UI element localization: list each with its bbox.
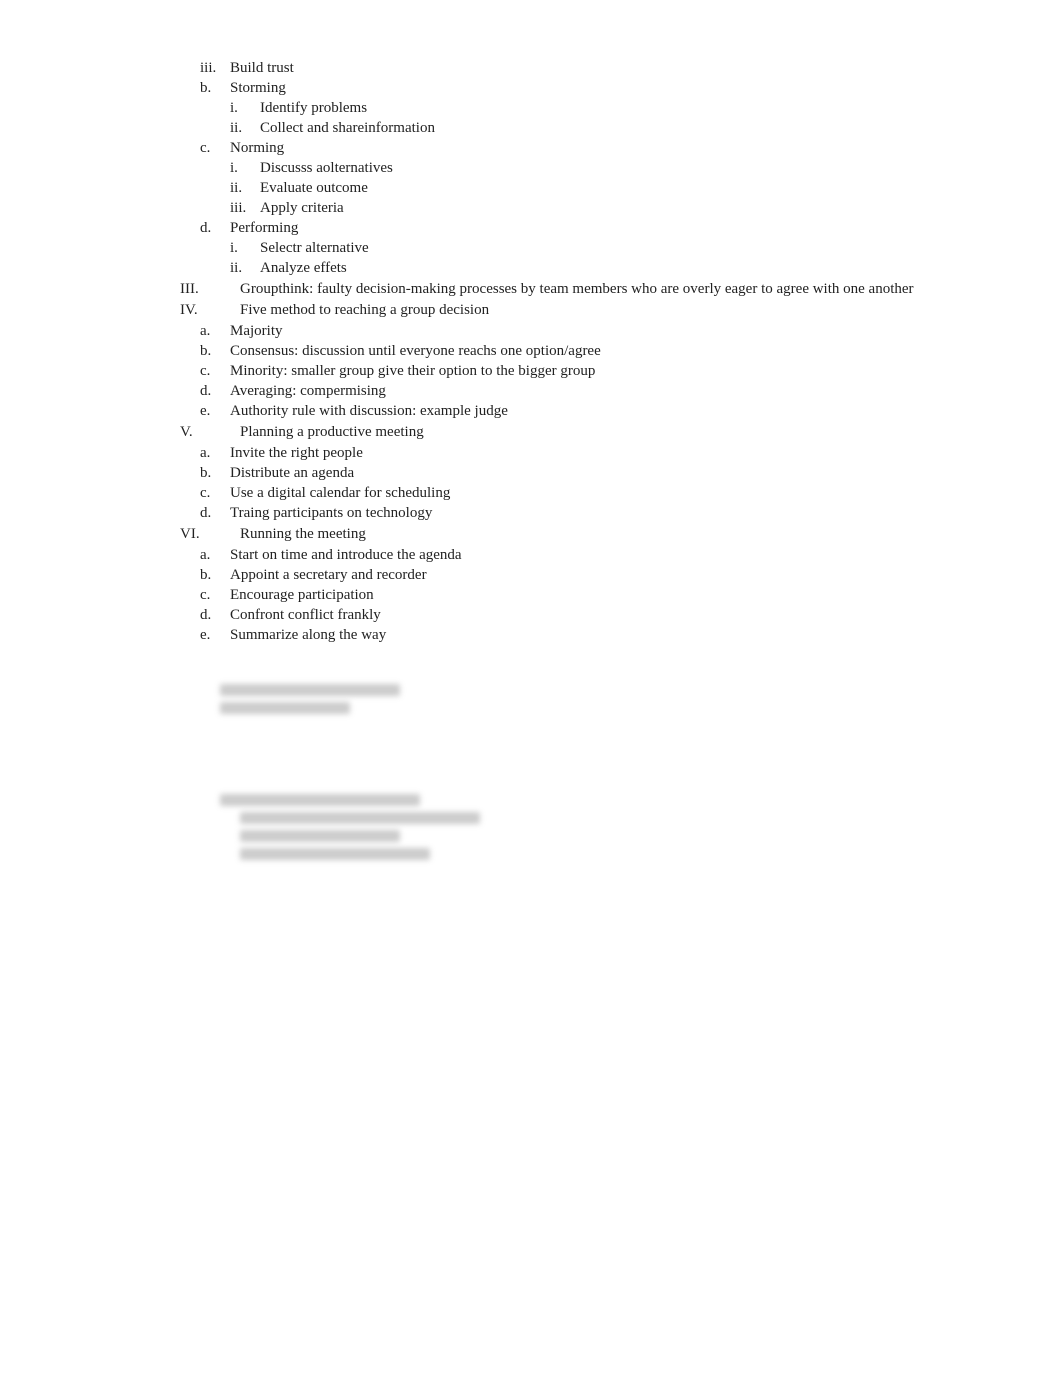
- item-c-ii: ii. Evaluate outcome: [230, 180, 982, 197]
- marker-c-iii: iii.: [230, 200, 260, 217]
- marker-iii-build-trust: iii.: [200, 60, 230, 77]
- marker-IV-b: b.: [200, 343, 230, 360]
- text-VI-b: Appoint a secretary and recorder: [230, 567, 982, 584]
- marker-b-ii: ii.: [230, 120, 260, 137]
- item-b-ii: ii. Collect and shareinformation: [230, 120, 982, 137]
- item-b-i: i. Identify problems: [230, 100, 982, 117]
- text-V-a: Invite the right people: [230, 445, 982, 462]
- marker-VI-a: a.: [200, 547, 230, 564]
- marker-VI-e: e.: [200, 627, 230, 644]
- item-V-a: a. Invite the right people: [200, 445, 982, 462]
- item-V-d: d. Traing participants on technology: [200, 505, 982, 522]
- blurred-line-5: [240, 830, 400, 842]
- marker-roman-III: III.: [180, 281, 240, 298]
- blurred-content-2: [220, 794, 982, 860]
- blurred-line-6: [240, 848, 430, 860]
- item-d-ii: ii. Analyze effets: [230, 260, 982, 277]
- marker-c-norming: c.: [200, 140, 230, 157]
- text-b-i: Identify problems: [260, 100, 982, 117]
- item-roman-VI: VI. Running the meeting: [180, 526, 982, 543]
- marker-IV-e: e.: [200, 403, 230, 420]
- item-c-iii: iii. Apply criteria: [230, 200, 982, 217]
- text-IV-a: Majority: [230, 323, 982, 340]
- marker-V-d: d.: [200, 505, 230, 522]
- marker-VI-d: d.: [200, 607, 230, 624]
- text-c-iii: Apply criteria: [260, 200, 982, 217]
- marker-roman-VI: VI.: [180, 526, 240, 543]
- text-roman-III: Groupthink: faulty decision-making proce…: [240, 281, 982, 298]
- item-iii-build-trust: iii. Build trust: [200, 60, 982, 77]
- item-roman-IV: IV. Five method to reaching a group deci…: [180, 302, 982, 319]
- text-d-performing: Performing: [230, 220, 982, 237]
- marker-VI-b: b.: [200, 567, 230, 584]
- text-V-c: Use a digital calendar for scheduling: [230, 485, 982, 502]
- text-c-i: Discusss aolternatives: [260, 160, 982, 177]
- marker-V-a: a.: [200, 445, 230, 462]
- outline: iii. Build trust b. Storming i. Identify…: [180, 60, 982, 644]
- item-V-c: c. Use a digital calendar for scheduling: [200, 485, 982, 502]
- blurred-line-2: [220, 702, 350, 714]
- text-roman-IV: Five method to reaching a group decision: [240, 302, 982, 319]
- text-VI-d: Confront conflict frankly: [230, 607, 982, 624]
- marker-roman-IV: IV.: [180, 302, 240, 319]
- text-IV-b: Consensus: discussion until everyone rea…: [230, 343, 982, 360]
- blurred-line-4: [240, 812, 480, 824]
- marker-d-i: i.: [230, 240, 260, 257]
- text-c-ii: Evaluate outcome: [260, 180, 982, 197]
- text-IV-d: Averaging: compermising: [230, 383, 982, 400]
- item-VI-e: e. Summarize along the way: [200, 627, 982, 644]
- marker-roman-V: V.: [180, 424, 240, 441]
- item-VI-b: b. Appoint a secretary and recorder: [200, 567, 982, 584]
- marker-c-i: i.: [230, 160, 260, 177]
- item-IV-e: e. Authority rule with discussion: examp…: [200, 403, 982, 420]
- item-IV-d: d. Averaging: compermising: [200, 383, 982, 400]
- marker-V-b: b.: [200, 465, 230, 482]
- item-VI-a: a. Start on time and introduce the agend…: [200, 547, 982, 564]
- text-iii-build-trust: Build trust: [230, 60, 982, 77]
- marker-IV-c: c.: [200, 363, 230, 380]
- marker-d-performing: d.: [200, 220, 230, 237]
- text-roman-VI: Running the meeting: [240, 526, 982, 543]
- text-d-i: Selectr alternative: [260, 240, 982, 257]
- text-roman-V: Planning a productive meeting: [240, 424, 982, 441]
- item-VI-c: c. Encourage participation: [200, 587, 982, 604]
- marker-IV-a: a.: [200, 323, 230, 340]
- text-VI-e: Summarize along the way: [230, 627, 982, 644]
- item-c-i: i. Discusss aolternatives: [230, 160, 982, 177]
- marker-V-c: c.: [200, 485, 230, 502]
- text-VI-c: Encourage participation: [230, 587, 982, 604]
- marker-c-ii: ii.: [230, 180, 260, 197]
- item-d-i: i. Selectr alternative: [230, 240, 982, 257]
- blurred-line-3: [220, 794, 420, 806]
- text-VI-a: Start on time and introduce the agenda: [230, 547, 982, 564]
- text-IV-c: Minority: smaller group give their optio…: [230, 363, 982, 380]
- marker-b-storming: b.: [200, 80, 230, 97]
- marker-VI-c: c.: [200, 587, 230, 604]
- item-b-storming: b. Storming: [200, 80, 982, 97]
- item-V-b: b. Distribute an agenda: [200, 465, 982, 482]
- item-IV-c: c. Minority: smaller group give their op…: [200, 363, 982, 380]
- text-d-ii: Analyze effets: [260, 260, 982, 277]
- item-roman-III: III. Groupthink: faulty decision-making …: [180, 281, 982, 298]
- text-IV-e: Authority rule with discussion: example …: [230, 403, 982, 420]
- marker-b-i: i.: [230, 100, 260, 117]
- marker-d-ii: ii.: [230, 260, 260, 277]
- item-roman-V: V. Planning a productive meeting: [180, 424, 982, 441]
- text-V-b: Distribute an agenda: [230, 465, 982, 482]
- item-IV-a: a. Majority: [200, 323, 982, 340]
- blurred-line-1: [220, 684, 400, 696]
- text-c-norming: Norming: [230, 140, 982, 157]
- page: iii. Build trust b. Storming i. Identify…: [0, 0, 1062, 1376]
- item-c-norming: c. Norming: [200, 140, 982, 157]
- text-b-storming: Storming: [230, 80, 982, 97]
- item-IV-b: b. Consensus: discussion until everyone …: [200, 343, 982, 360]
- item-d-performing: d. Performing: [200, 220, 982, 237]
- text-V-d: Traing participants on technology: [230, 505, 982, 522]
- marker-IV-d: d.: [200, 383, 230, 400]
- blurred-content-1: [220, 684, 982, 714]
- text-b-ii: Collect and shareinformation: [260, 120, 982, 137]
- item-VI-d: d. Confront conflict frankly: [200, 607, 982, 624]
